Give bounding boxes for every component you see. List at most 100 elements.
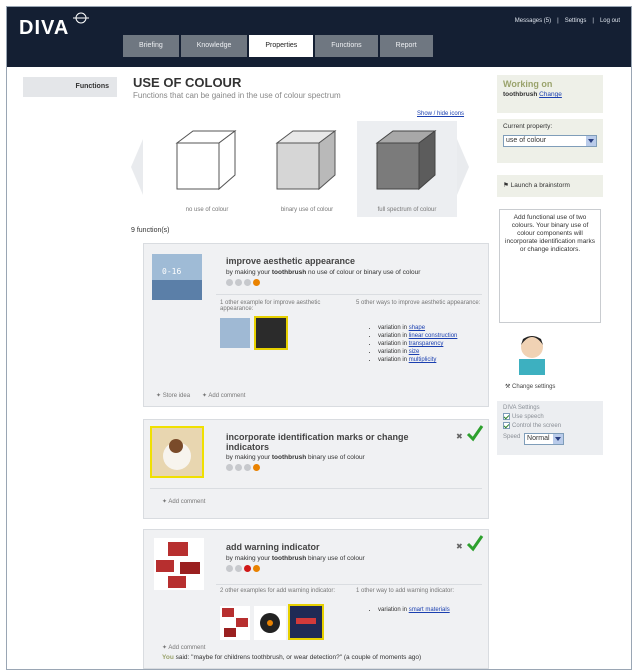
add-comment-link[interactable]: ✦ Add comment	[202, 392, 245, 399]
main-content: USE OF COLOUR Functions that can be gain…	[131, 67, 491, 669]
tab-properties[interactable]: Properties	[249, 35, 314, 57]
app-window: DIVA Messages (5) | Settings | Log out Brief…	[6, 6, 632, 670]
rating-dot	[235, 279, 242, 286]
way-link[interactable]: smart materials	[409, 607, 450, 613]
brainstorm-panel[interactable]: ⚑ Launch a brainstorm	[497, 175, 603, 197]
globe-icon	[73, 12, 89, 24]
comment-user: You	[162, 654, 174, 661]
rating-dot	[226, 565, 233, 572]
rating-dot-active	[253, 279, 260, 286]
function-title[interactable]: add warning indicator	[226, 542, 320, 552]
carousel-prev-arrow[interactable]	[131, 139, 143, 195]
wrench-icon: ⚒	[505, 384, 513, 390]
list-item: variation in linear construction	[378, 332, 457, 340]
examples-note: 1 other example for improve aesthetic ap…	[220, 300, 321, 312]
separator: |	[592, 18, 594, 24]
page-title: USE OF COLOUR	[133, 75, 242, 90]
list-item: variation in transparency	[378, 340, 457, 348]
separator: |	[557, 18, 559, 24]
dismiss-icon[interactable]: ✖	[456, 432, 463, 441]
current-property-select[interactable]: use of colour	[503, 135, 597, 147]
way-link[interactable]: shape	[409, 325, 425, 331]
example-thumbnail[interactable]	[220, 318, 250, 348]
working-on-product: toothbrush Change	[503, 91, 562, 98]
use-speech-option[interactable]: Use speech	[503, 413, 597, 420]
ways-note: 1 other way to add warning indicator:	[356, 588, 455, 594]
example-thumbnail-selected[interactable]	[254, 316, 288, 350]
example-thumbnail[interactable]	[220, 606, 250, 640]
example-thumbnail-selected[interactable]	[288, 604, 324, 640]
rating-dots	[226, 464, 260, 471]
use-speech-checkbox[interactable]	[503, 413, 510, 420]
examples-note: 2 other examples for add warning indicat…	[220, 588, 336, 594]
checkmark-icon[interactable]	[466, 534, 484, 552]
tab-briefing[interactable]: Briefing	[123, 35, 179, 57]
option-label: no use of colour	[185, 207, 229, 213]
ways-list: variation in shape variation in linear c…	[368, 324, 457, 364]
logout-link[interactable]: Log out	[600, 18, 620, 24]
option-label: full spectrum of colour	[377, 207, 437, 213]
chevron-down-icon	[553, 434, 564, 445]
store-idea-link[interactable]: ✦ Store idea	[156, 392, 190, 399]
control-screen-checkbox[interactable]	[503, 422, 510, 430]
tab-functions[interactable]: Functions	[315, 35, 378, 57]
option-no-use-of-colour[interactable]: no use of colour	[157, 121, 257, 217]
ways-note: 5 other ways to improve aesthetic appear…	[356, 300, 481, 306]
change-settings-link[interactable]: ⚒ Change settings	[505, 383, 555, 390]
add-comment-link[interactable]: ✦ Add comment	[162, 644, 205, 651]
control-screen-option[interactable]: Control the screen	[503, 422, 597, 429]
diva-settings-panel: DIVA Settings Use speech Control the scr…	[497, 401, 603, 455]
function-subtitle: by making your toothbrush binary use of …	[226, 555, 365, 562]
rating-dot	[235, 565, 242, 572]
rating-dot	[226, 464, 233, 471]
option-binary-use-of-colour[interactable]: binary use of colour	[257, 121, 357, 217]
diva-logo[interactable]: DIVA	[19, 17, 69, 40]
function-card: 0-16 improve aesthetic appearance by mak…	[143, 243, 489, 407]
way-link[interactable]: linear construction	[409, 333, 458, 339]
show-hide-icons-link[interactable]: Show / hide icons	[417, 111, 464, 117]
tab-report[interactable]: Report	[379, 35, 433, 57]
ways-list: variation in smart materials	[368, 606, 450, 614]
example-thumbnail[interactable]	[254, 606, 286, 640]
header: DIVA Messages (5) | Settings | Log out Brief…	[7, 7, 631, 67]
function-title[interactable]: incorporate identification marks or chan…	[226, 432, 446, 452]
carousel-next-arrow[interactable]	[457, 139, 469, 195]
comment-text: You said: "maybe for childrens toothbrus…	[162, 654, 422, 661]
option-full-spectrum-of-colour[interactable]: full spectrum of colour	[357, 121, 457, 217]
launch-brainstorm-link[interactable]: Launch a brainstorm	[511, 182, 570, 189]
chevron-down-icon	[586, 136, 596, 146]
list-item: variation in shape	[378, 324, 457, 332]
divider	[216, 584, 482, 585]
way-link[interactable]: transparency	[409, 341, 444, 347]
working-on-label: Working on	[503, 79, 553, 89]
checkmark-icon[interactable]	[466, 424, 484, 442]
example-image-main[interactable]	[154, 538, 204, 590]
settings-link[interactable]: Settings	[565, 18, 587, 24]
assistant-speech-bubble: Add functional use of two colours. Your …	[499, 209, 601, 323]
dismiss-icon[interactable]: ✖	[456, 542, 463, 551]
way-link[interactable]: size	[409, 349, 420, 355]
rating-dot	[244, 464, 251, 471]
tab-knowledge[interactable]: Knowledge	[180, 35, 248, 57]
example-image-main[interactable]: 0-16	[152, 254, 202, 300]
option-label: binary use of colour	[280, 207, 334, 213]
top-links: Messages (5) | Settings | Log out	[512, 18, 623, 24]
left-nav-functions[interactable]: Functions	[23, 77, 117, 97]
speed-select[interactable]: Normal	[524, 433, 565, 446]
list-item: variation in smart materials	[378, 606, 450, 614]
way-link[interactable]: multiplicity	[409, 357, 437, 363]
function-title[interactable]: improve aesthetic appearance	[226, 256, 355, 266]
function-count: 9 function(s)	[131, 227, 170, 234]
main-tabs: Briefing Knowledge Properties Functions …	[123, 35, 433, 57]
page-subtitle: Functions that can be gained in the use …	[133, 91, 341, 100]
function-card: add warning indicator by making your too…	[143, 529, 489, 669]
svg-text:0-16: 0-16	[162, 267, 181, 276]
divider	[216, 294, 482, 295]
change-product-link[interactable]: Change	[539, 91, 562, 98]
function-subtitle: by making your toothbrush binary use of …	[226, 454, 365, 461]
add-comment-link[interactable]: ✦ Add comment	[162, 498, 205, 505]
example-image-main[interactable]	[150, 426, 204, 478]
messages-link[interactable]: Messages (5)	[515, 18, 551, 24]
working-on-panel: Working on toothbrush Change	[497, 75, 603, 113]
avatar	[519, 336, 545, 375]
